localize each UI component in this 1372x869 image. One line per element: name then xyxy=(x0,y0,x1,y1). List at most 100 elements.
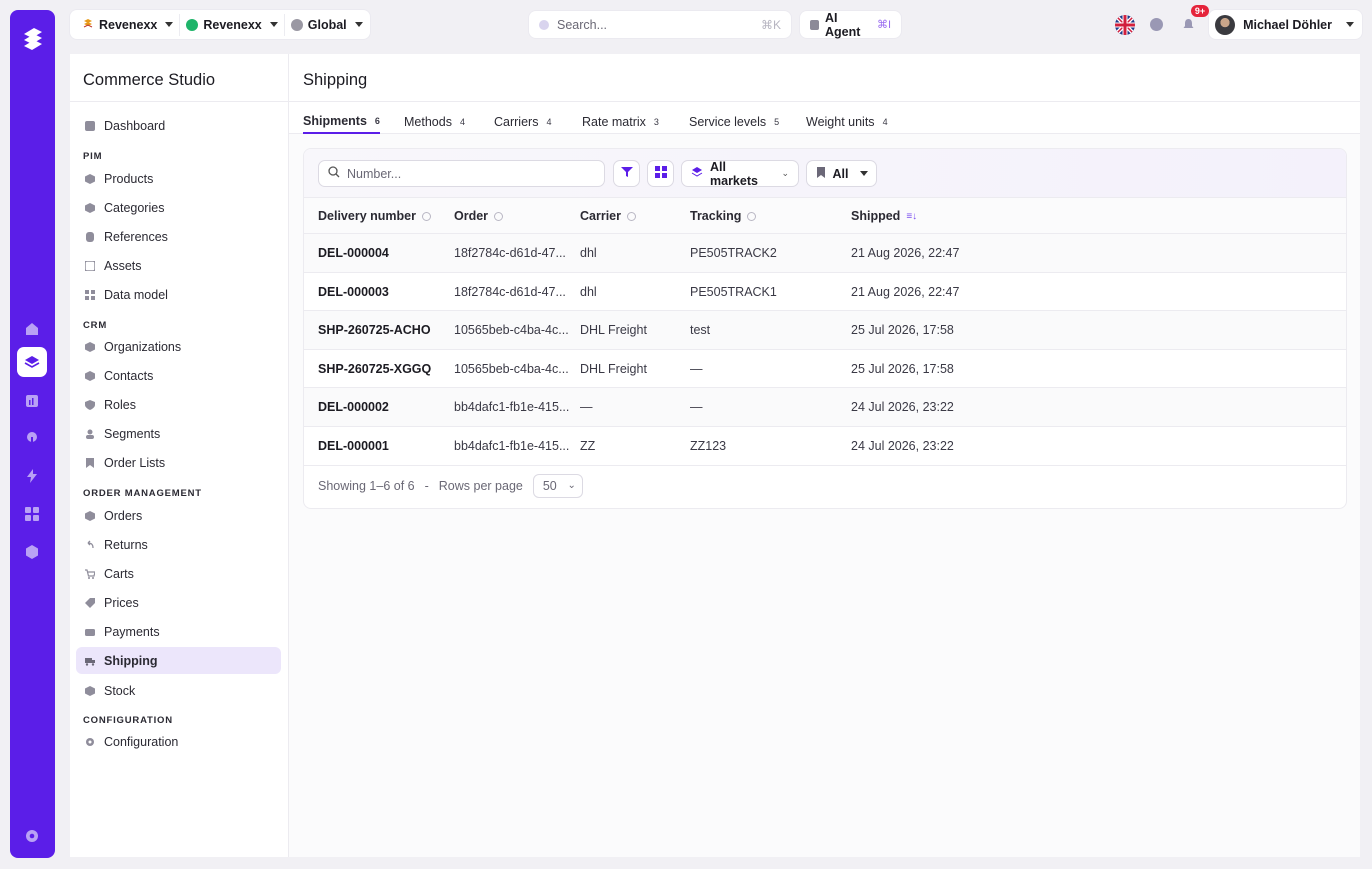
sidebar-item-roles[interactable]: Roles xyxy=(76,391,281,418)
chevron-down-icon xyxy=(1346,22,1354,27)
layers-icon[interactable] xyxy=(17,347,47,377)
table-row[interactable]: SHP-260725-XGGQ 10565beb-c4ba-4c... DHL … xyxy=(304,350,1346,389)
market-label: Global xyxy=(307,17,347,32)
cell-delivery-number[interactable]: DEL-000004 xyxy=(318,246,389,260)
filter-icon xyxy=(620,166,633,181)
cell-carrier: dhl xyxy=(580,246,597,260)
sidebar-item-label: Shipping xyxy=(104,653,158,668)
sidebar-item-products[interactable]: Products xyxy=(76,165,281,192)
sidebar-item-label: Products xyxy=(104,171,154,186)
tenant-selector[interactable]: Revenexx xyxy=(76,13,181,36)
cell-delivery-number[interactable]: DEL-000003 xyxy=(318,285,389,299)
apps-grid-icon[interactable] xyxy=(17,499,47,529)
status-dropdown[interactable]: All xyxy=(806,160,877,187)
sidebar-item-categories[interactable]: Categories xyxy=(76,194,281,221)
cell-delivery-number[interactable]: DEL-000001 xyxy=(318,439,389,453)
table-row[interactable]: SHP-260725-ACHO 10565beb-c4ba-4c... DHL … xyxy=(304,311,1346,350)
sidebar-item-prices[interactable]: Prices xyxy=(76,589,281,616)
table-row[interactable]: DEL-000001 bb4dafc1-fb1e-415... ZZ ZZ123… xyxy=(304,427,1346,466)
view-grid-button[interactable] xyxy=(647,160,674,187)
image-icon xyxy=(84,260,95,271)
table-row[interactable]: DEL-000002 bb4dafc1-fb1e-415... — — 24 J… xyxy=(304,388,1346,427)
sidebar-item-label: Carts xyxy=(104,566,134,581)
tab-carriers[interactable]: Carriers 4 xyxy=(494,110,551,134)
green-dot-icon xyxy=(186,18,199,31)
sidebar-item-label: Organizations xyxy=(104,339,182,354)
sidebar-item-order-lists[interactable]: Order Lists xyxy=(76,449,281,476)
sidebar-item-label: Stock xyxy=(104,683,136,698)
tab-rate-matrix[interactable]: Rate matrix 3 xyxy=(582,110,659,134)
bell-icon[interactable]: 9+ xyxy=(1177,4,1210,36)
markets-dropdown[interactable]: All markets ⌄ xyxy=(681,160,799,188)
cube-icon xyxy=(84,173,95,184)
sidebar-item-contacts[interactable]: Contacts xyxy=(76,362,281,389)
sidebar-item-assets[interactable]: Assets xyxy=(76,252,281,279)
sort-icon xyxy=(421,211,431,221)
tab-label: Weight units xyxy=(806,115,875,129)
global-search-input[interactable]: Search... ⌘K xyxy=(529,11,791,38)
cell-carrier: DHL Freight xyxy=(580,323,647,338)
sidebar-item-data-model[interactable]: Data model xyxy=(76,281,281,308)
column-header-shipped[interactable]: Shipped ≡↓ xyxy=(851,209,917,223)
uk-flag-icon[interactable] xyxy=(1115,14,1136,35)
column-header-order[interactable]: Order xyxy=(454,209,504,223)
cube-icon xyxy=(84,202,95,213)
tab-shipments[interactable]: Shipments 6 xyxy=(303,110,380,134)
ai-agent-label: AI Agent xyxy=(825,10,861,39)
sidebar-item-returns[interactable]: Returns xyxy=(76,531,281,558)
credit-card-icon xyxy=(84,626,95,637)
sidebar-item-dashboard[interactable]: Dashboard xyxy=(76,112,281,139)
home-icon[interactable] xyxy=(17,314,47,344)
analytics-icon[interactable] xyxy=(17,386,47,416)
number-search-input[interactable]: Number... xyxy=(318,160,605,187)
sidebar-item-orders[interactable]: Orders xyxy=(76,502,281,529)
bookmark-icon xyxy=(84,457,95,468)
cell-shipped: 24 Jul 2026, 23:22 xyxy=(851,400,954,415)
lightning-icon[interactable] xyxy=(17,461,47,491)
cell-delivery-number[interactable]: SHP-260725-ACHO xyxy=(318,323,431,337)
rows-per-page-select[interactable]: 50 ⌄ xyxy=(532,473,583,498)
store-selector[interactable]: Revenexx xyxy=(180,13,285,36)
sort-descending-icon: ≡↓ xyxy=(906,210,918,222)
tab-weight-units[interactable]: Weight units 4 xyxy=(806,110,888,134)
sidebar-item-label: Returns xyxy=(104,537,148,552)
sidebar-item-organizations[interactable]: Organizations xyxy=(76,333,281,360)
sidebar-item-carts[interactable]: Carts xyxy=(76,560,281,587)
settings-gear-icon[interactable] xyxy=(17,821,47,851)
user-menu[interactable]: Michael Döhler xyxy=(1209,10,1362,39)
ai-agent-button[interactable]: AI Agent ⌘I xyxy=(800,10,901,39)
column-label: Delivery number xyxy=(318,209,416,223)
sidebar-item-segments[interactable]: Segments xyxy=(76,420,281,447)
cell-order: 18f2784c-d61d-47... xyxy=(454,284,566,299)
cube-icon[interactable] xyxy=(17,537,47,567)
column-header-tracking[interactable]: Tracking xyxy=(690,209,757,223)
market-selector[interactable]: Global xyxy=(285,14,369,36)
sidebar-item-payments[interactable]: Payments xyxy=(76,618,281,645)
table-body: DEL-000004 18f2784c-d61d-47... dhl PE505… xyxy=(304,234,1346,466)
column-header-carrier[interactable]: Carrier xyxy=(580,209,636,223)
table-row[interactable]: DEL-000003 18f2784c-d61d-47... dhl PE505… xyxy=(304,273,1346,312)
tab-count: 3 xyxy=(653,117,659,127)
sidebar-item-references[interactable]: References xyxy=(76,223,281,250)
table-toolbar: Number... All markets ⌄ All xyxy=(304,149,1346,198)
app-logo-icon[interactable] xyxy=(18,24,48,54)
notification-badge: 9+ xyxy=(1190,4,1210,17)
search-icon xyxy=(328,166,340,181)
help-icon[interactable] xyxy=(1145,14,1167,36)
table-row[interactable]: DEL-000004 18f2784c-d61d-47... dhl PE505… xyxy=(304,234,1346,273)
tab-service-levels[interactable]: Service levels 5 xyxy=(689,110,779,134)
sidebar-item-configuration[interactable]: Configuration xyxy=(76,728,281,755)
tab-methods[interactable]: Methods 4 xyxy=(404,110,465,134)
truck-icon xyxy=(84,655,95,666)
filter-button[interactable] xyxy=(613,160,640,187)
column-header-delivery-number[interactable]: Delivery number xyxy=(318,209,431,223)
sidebar-item-shipping[interactable]: Shipping xyxy=(76,647,281,674)
cell-delivery-number[interactable]: SHP-260725-XGGQ xyxy=(318,362,431,376)
sidebar-item-label: Prices xyxy=(104,595,139,610)
sidebar-item-label: Contacts xyxy=(104,368,154,383)
lightbulb-icon[interactable] xyxy=(17,423,47,453)
sidebar-item-stock[interactable]: Stock xyxy=(76,677,281,704)
globe-icon xyxy=(290,18,303,31)
table-footer: Showing 1–6 of 6 - Rows per page 50 ⌄ xyxy=(304,463,1346,508)
cell-delivery-number[interactable]: DEL-000002 xyxy=(318,400,389,414)
